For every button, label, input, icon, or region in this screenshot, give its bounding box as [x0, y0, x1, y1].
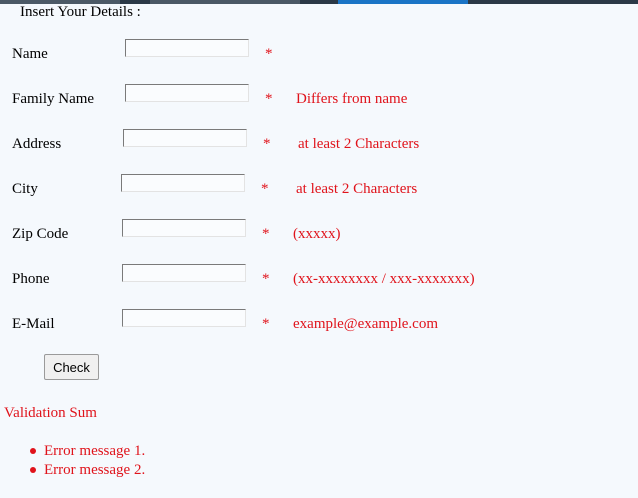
family-name-hint: Differs from name — [296, 91, 408, 107]
form-row-family-name: Family Name * Differs from name — [0, 84, 638, 114]
required-marker: * — [263, 136, 271, 152]
family-name-input[interactable] — [125, 84, 249, 102]
email-input[interactable] — [122, 309, 246, 327]
city-input[interactable] — [121, 174, 245, 192]
top-bar-segment — [150, 0, 300, 4]
required-marker: * — [262, 226, 270, 242]
validation-error-list: Error message 1. Error message 2. — [0, 442, 145, 480]
zip-code-hint: (xxxxx) — [293, 226, 341, 242]
required-marker: * — [261, 181, 269, 197]
phone-label: Phone — [12, 271, 50, 287]
name-input[interactable] — [125, 39, 249, 57]
form-row-city: City * at least 2 Characters — [0, 174, 638, 204]
family-name-label: Family Name — [12, 91, 95, 107]
city-label: City — [12, 181, 38, 197]
form-row-phone: Phone * (xx-xxxxxxxx / xxx-xxxxxxx) — [0, 264, 638, 294]
check-button[interactable]: Check — [44, 354, 99, 380]
address-hint: at least 2 Characters — [298, 136, 420, 152]
required-marker: * — [265, 91, 273, 107]
name-label: Name — [12, 46, 48, 62]
zip-code-label: Zip Code — [12, 226, 69, 242]
error-message: Error message 2. — [44, 462, 146, 478]
zip-code-input[interactable] — [122, 219, 246, 237]
error-message: Error message 1. — [44, 443, 146, 459]
form-legend: Insert Your Details : — [20, 4, 141, 20]
required-marker: * — [262, 271, 270, 287]
form-row-address: Address * at least 2 Characters — [0, 129, 638, 159]
bullet-icon — [30, 448, 36, 454]
phone-hint: (xx-xxxxxxxx / xxx-xxxxxxx) — [293, 271, 475, 287]
form-row-name: Name * — [0, 39, 638, 69]
top-bar-active-segment — [338, 0, 468, 4]
validation-summary-title: Validation Sum — [4, 405, 97, 421]
phone-input[interactable] — [122, 264, 246, 282]
address-label: Address — [12, 136, 62, 152]
list-item: Error message 2. — [0, 461, 145, 480]
email-hint: example@example.com — [293, 316, 439, 332]
bullet-icon — [30, 467, 36, 473]
form-row-zip-code: Zip Code * (xxxxx) — [0, 219, 638, 249]
required-marker: * — [262, 316, 270, 332]
email-label: E-Mail — [12, 316, 55, 332]
form-row-email: E-Mail * example@example.com — [0, 309, 638, 339]
required-marker: * — [265, 46, 273, 62]
city-hint: at least 2 Characters — [296, 181, 418, 197]
address-input[interactable] — [123, 129, 247, 147]
list-item: Error message 1. — [0, 442, 145, 461]
